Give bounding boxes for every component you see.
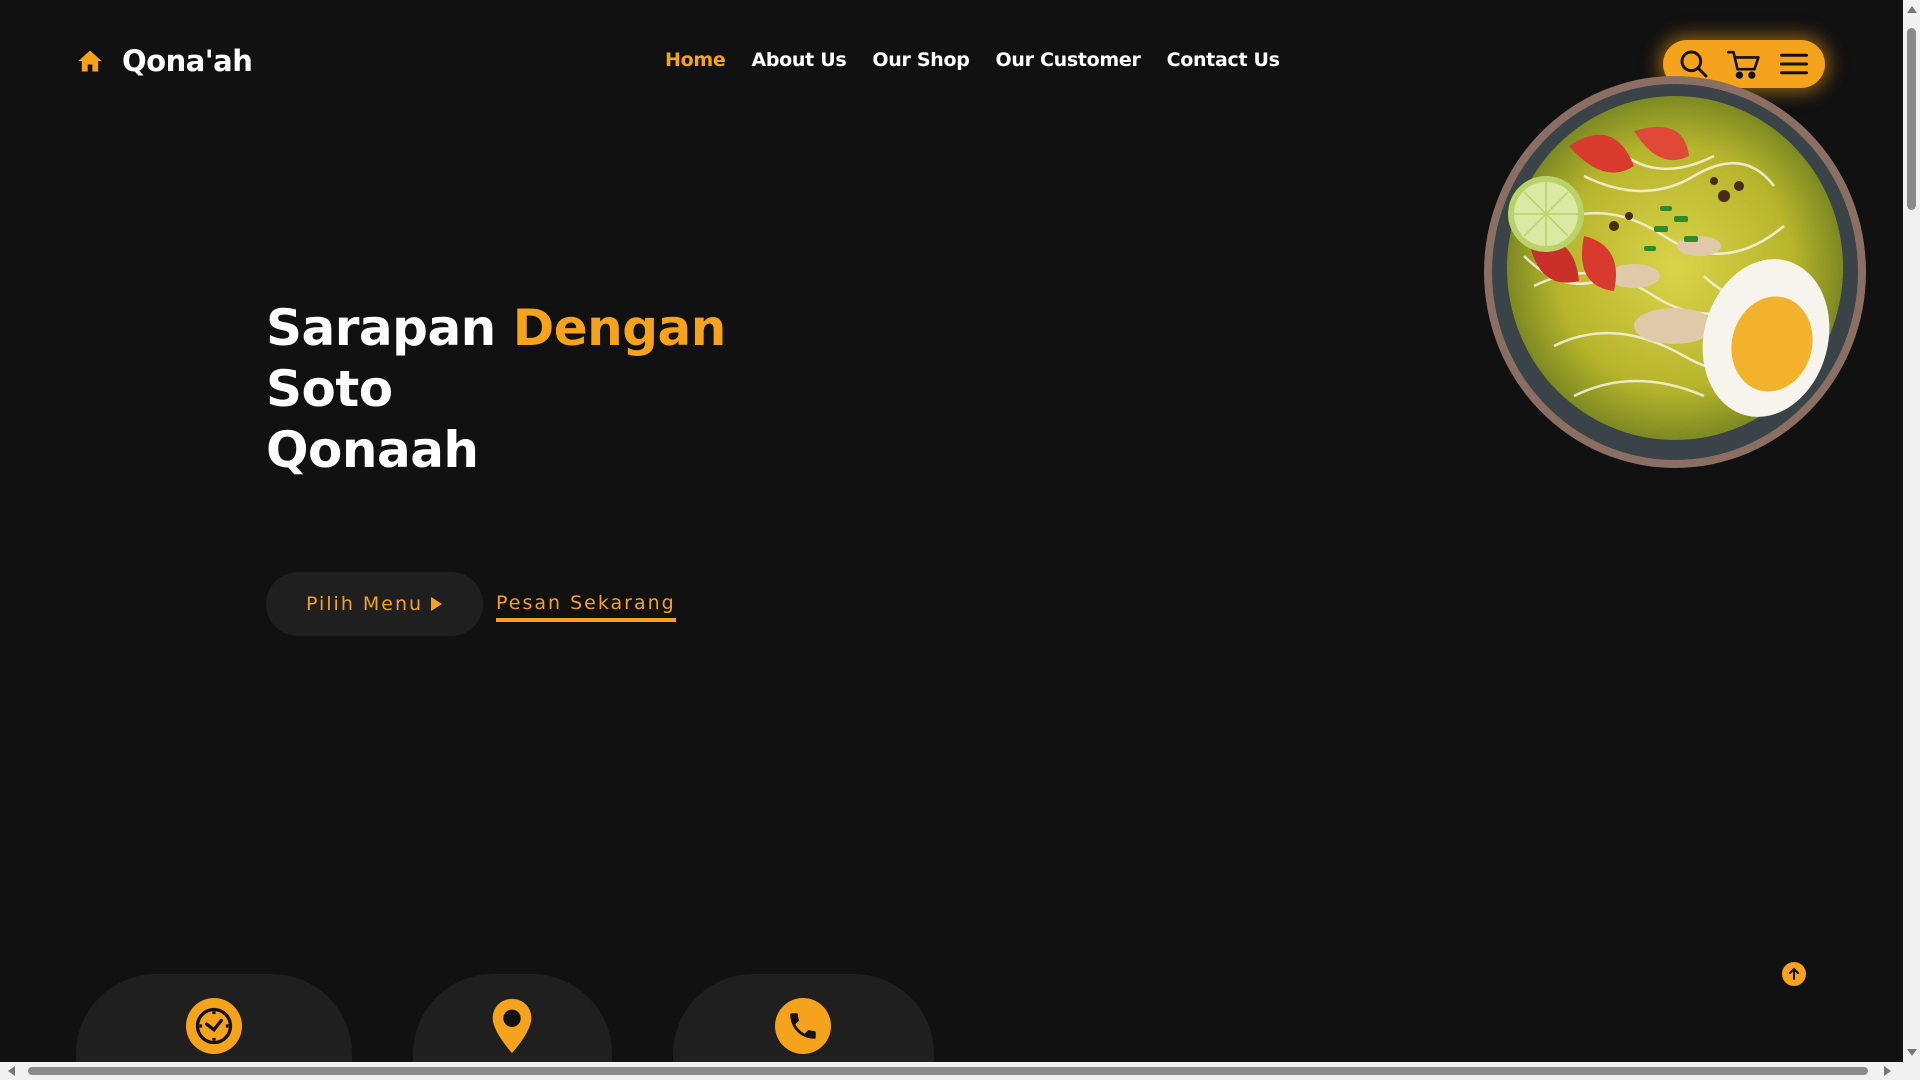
hero-title-word-1: Sarapan [266, 299, 496, 357]
location-pin-icon [484, 998, 540, 1054]
nav-about-us[interactable]: About Us [751, 49, 846, 71]
phone-icon [775, 998, 831, 1054]
pilih-menu-button[interactable]: Pilih Menu [266, 572, 483, 636]
nav-our-customer[interactable]: Our Customer [996, 49, 1141, 71]
main-nav: Home About Us Our Shop Our Customer Cont… [665, 49, 1280, 71]
pesan-sekarang-link[interactable]: Pesan Sekarang [496, 592, 676, 622]
nav-our-shop[interactable]: Our Shop [872, 49, 969, 71]
vertical-scrollbar[interactable] [1903, 0, 1920, 1062]
play-arrow-icon [429, 596, 443, 612]
info-card-hours [76, 974, 352, 1062]
arrow-up-icon [1787, 967, 1801, 981]
scroll-up-arrow-icon[interactable] [1907, 6, 1917, 13]
hero-title-line-3: Qonaah [266, 421, 479, 479]
scroll-down-arrow-icon[interactable] [1907, 1049, 1917, 1056]
hero-title-accent: Dengan [512, 299, 727, 357]
scroll-top-button[interactable] [1782, 962, 1806, 986]
home-icon [76, 47, 104, 75]
soto-bowl-image [1484, 76, 1866, 468]
scroll-left-arrow-icon[interactable] [8, 1066, 15, 1076]
clock-icon [186, 998, 242, 1054]
nav-contact-us[interactable]: Contact Us [1167, 49, 1280, 71]
horizontal-scroll-thumb[interactable] [28, 1067, 1868, 1075]
brand-logo[interactable]: Qona'ah [76, 44, 253, 78]
horizontal-scrollbar[interactable] [0, 1062, 1920, 1080]
vertical-scroll-thumb[interactable] [1907, 28, 1916, 210]
hero-title: Sarapan Dengan Soto Qonaah [266, 298, 726, 481]
info-card-location [413, 974, 612, 1062]
page-viewport: Qona'ah Home About Us Our Shop Our Custo… [0, 0, 1903, 1062]
scroll-right-arrow-icon[interactable] [1884, 1066, 1891, 1076]
brand-name: Qona'ah [122, 44, 253, 78]
pilih-menu-label: Pilih Menu [305, 593, 424, 615]
hero-title-line-2: Soto [266, 360, 393, 418]
nav-home[interactable]: Home [665, 49, 726, 71]
info-card-phone [673, 974, 934, 1062]
